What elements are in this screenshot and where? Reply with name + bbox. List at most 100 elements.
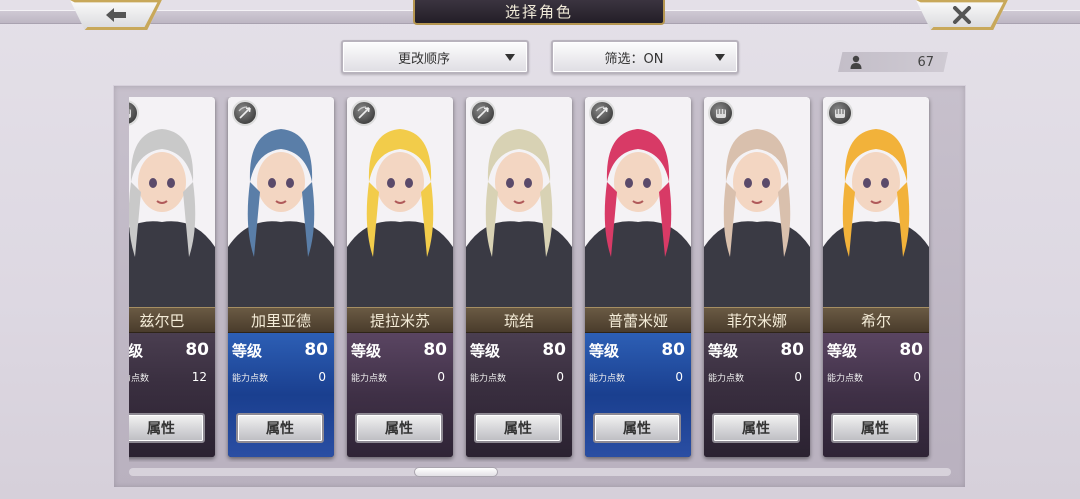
level-label: 等级 — [470, 341, 501, 360]
character-name: 加里亚德 — [228, 307, 334, 333]
character-stats: 等级 80 能力点数 0 属性 — [228, 333, 334, 457]
portrait-illustration — [228, 97, 334, 307]
character-name: 普蕾米娅 — [585, 307, 691, 333]
ability-points-row: 能力点数 0 — [351, 369, 445, 385]
chevron-down-icon — [505, 53, 515, 61]
back-button[interactable] — [70, 0, 162, 30]
screen-title-plate: 选择角色 — [413, 0, 665, 25]
level-value: 80 — [899, 340, 923, 360]
level-row: 等级 80 — [351, 339, 447, 361]
character-stats: 等级 80 能力点数 12 属性 — [129, 333, 215, 457]
character-card[interactable]: 希尔 等级 80 能力点数 0 属性 — [823, 97, 929, 457]
character-card[interactable]: 琉结 等级 80 能力点数 0 属性 — [466, 97, 572, 457]
attribute-button[interactable]: 属性 — [129, 413, 205, 443]
attribute-button[interactable]: 属性 — [236, 413, 324, 443]
level-value: 80 — [542, 340, 566, 360]
ability-points-label: 能力点数 — [470, 373, 507, 384]
bow-icon — [470, 100, 496, 126]
portrait-illustration — [585, 97, 691, 307]
character-portrait — [823, 97, 929, 307]
bow-icon — [589, 100, 615, 126]
character-stats: 等级 80 能力点数 0 属性 — [704, 333, 810, 457]
ability-points-label: 能力点数 — [708, 373, 745, 384]
level-label: 等级 — [589, 341, 620, 360]
fist-icon — [708, 100, 734, 126]
level-row: 等级 80 — [827, 339, 923, 361]
portrait-illustration — [129, 97, 215, 307]
level-label: 等级 — [708, 341, 739, 360]
character-portrait — [228, 97, 334, 307]
sort-order-label: 更改顺序 — [397, 51, 450, 67]
attribute-button[interactable]: 属性 — [474, 413, 562, 443]
close-x-icon — [953, 6, 971, 24]
bow-icon — [232, 100, 258, 126]
carousel-scrollbar-thumb[interactable] — [414, 467, 498, 477]
fist-icon — [827, 100, 853, 126]
level-label: 等级 — [351, 341, 382, 360]
filter-dropdown[interactable]: 筛选：ON — [551, 40, 739, 74]
level-value: 80 — [304, 340, 328, 360]
ability-points-row: 能力点数 0 — [470, 369, 564, 385]
carousel-scrollbar-track[interactable] — [129, 468, 951, 476]
sort-order-dropdown[interactable]: 更改顺序 — [341, 40, 529, 74]
ability-points-row: 能力点数 0 — [589, 369, 683, 385]
character-card[interactable]: 加里亚德 等级 80 能力点数 0 属性 — [228, 97, 334, 457]
character-card[interactable]: 菲尔米娜 等级 80 能力点数 0 属性 — [704, 97, 810, 457]
ability-points-label: 能力点数 — [232, 373, 269, 384]
ability-points-value: 0 — [318, 370, 326, 384]
attribute-button[interactable]: 属性 — [831, 413, 919, 443]
character-name: 兹尔巴 — [129, 307, 215, 333]
character-portrait — [704, 97, 810, 307]
attribute-button[interactable]: 属性 — [593, 413, 681, 443]
character-stats: 等级 80 能力点数 0 属性 — [466, 333, 572, 457]
ability-points-label: 能力点数 — [351, 373, 388, 384]
level-row: 等级 80 — [708, 339, 804, 361]
character-portrait — [129, 97, 215, 307]
character-portrait — [585, 97, 691, 307]
character-portrait — [347, 97, 453, 307]
ability-points-value: 0 — [794, 370, 802, 384]
bow-icon — [351, 100, 377, 126]
level-label: 等级 — [827, 341, 858, 360]
character-card[interactable]: 兹尔巴 等级 80 能力点数 12 属性 — [129, 97, 215, 457]
character-carousel[interactable]: 兹尔巴 等级 80 能力点数 12 属性 加里亚德 等级 80 能力点数 0 — [129, 97, 951, 462]
level-label: 等级 — [129, 341, 144, 360]
character-name: 菲尔米娜 — [704, 307, 810, 333]
ability-points-label: 能力点数 — [129, 373, 150, 384]
level-value: 80 — [780, 340, 804, 360]
level-row: 等级 80 — [470, 339, 566, 361]
roster-count-value: 67 — [917, 54, 934, 70]
portrait-illustration — [466, 97, 572, 307]
character-portrait — [466, 97, 572, 307]
ability-points-value: 12 — [191, 370, 207, 384]
level-value: 80 — [661, 340, 685, 360]
character-stats: 等级 80 能力点数 0 属性 — [823, 333, 929, 457]
ability-points-value: 0 — [437, 370, 445, 384]
level-value: 80 — [185, 340, 209, 360]
portrait-illustration — [347, 97, 453, 307]
portrait-illustration — [823, 97, 929, 307]
ability-points-row: 能力点数 0 — [232, 369, 326, 385]
character-card[interactable]: 提拉米苏 等级 80 能力点数 0 属性 — [347, 97, 453, 457]
level-row: 等级 80 — [589, 339, 685, 361]
ability-points-label: 能力点数 — [589, 373, 626, 384]
page-title: 选择角色 — [504, 3, 573, 21]
level-value: 80 — [423, 340, 447, 360]
level-label: 等级 — [232, 341, 263, 360]
roster-count-badge: 67 — [838, 52, 948, 72]
character-card[interactable]: 普蕾米娅 等级 80 能力点数 0 属性 — [585, 97, 691, 457]
ability-points-value: 0 — [556, 370, 564, 384]
ability-points-row: 能力点数 12 — [129, 369, 207, 385]
character-name: 希尔 — [823, 307, 929, 333]
close-button[interactable] — [916, 0, 1008, 30]
ability-points-value: 0 — [675, 370, 683, 384]
character-name: 提拉米苏 — [347, 307, 453, 333]
back-arrow-icon — [106, 8, 126, 22]
attribute-button[interactable]: 属性 — [355, 413, 443, 443]
character-stats: 等级 80 能力点数 0 属性 — [585, 333, 691, 457]
person-icon — [850, 55, 862, 69]
chevron-down-icon — [715, 53, 725, 61]
attribute-button[interactable]: 属性 — [712, 413, 800, 443]
level-row: 等级 80 — [129, 339, 209, 361]
level-row: 等级 80 — [232, 339, 328, 361]
